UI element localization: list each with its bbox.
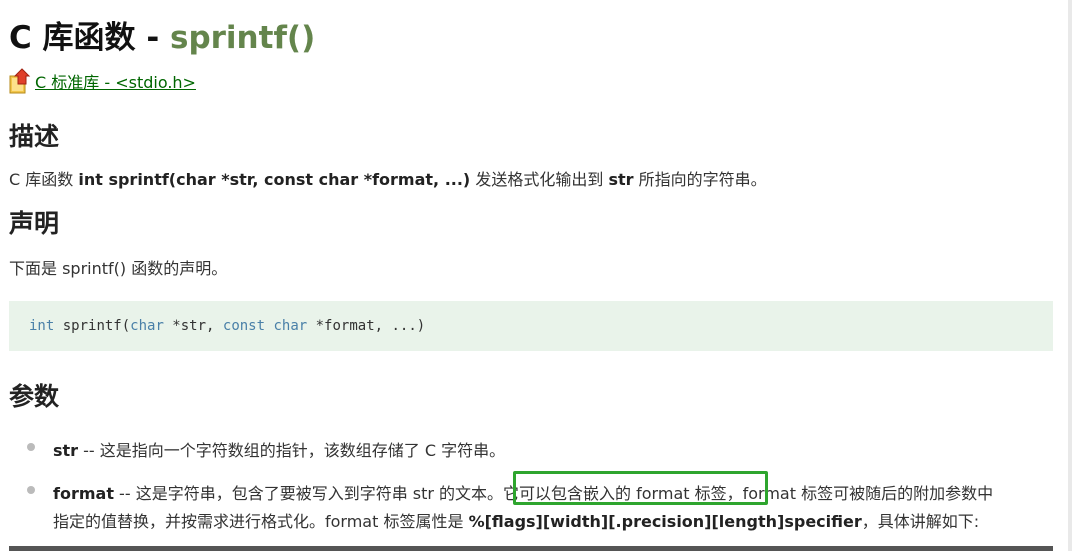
desc-part: 所指向的字符串。 bbox=[633, 170, 767, 189]
stdio-library-link[interactable]: C 标准库 - <stdio.h> bbox=[35, 69, 196, 93]
code-keyword: int bbox=[29, 318, 55, 334]
scrollbar-track[interactable] bbox=[1068, 0, 1072, 551]
code-keyword: char bbox=[273, 318, 308, 334]
breadcrumb: C 标准库 - <stdio.h> bbox=[9, 66, 196, 96]
declaration-text: 下面是 sprintf() 函数的声明。 bbox=[9, 259, 228, 278]
list-item-str: str -- 这是指向一个字符数组的指针，该数组存储了 C 字符串。 bbox=[53, 437, 505, 461]
section-divider bbox=[9, 546, 1053, 551]
desc-part: C 库函数 bbox=[9, 170, 79, 189]
heading-declaration: 声明 bbox=[9, 209, 60, 238]
code-text: sprintf( bbox=[54, 318, 131, 334]
heading-parameters: 参数 bbox=[9, 382, 60, 411]
param-description: 指定的值替换，并按需求进行格式化。format 标签属性是 bbox=[53, 512, 469, 531]
page-title: C 库函数 - sprintf() bbox=[9, 12, 315, 57]
list-item-format-line2: 指定的值替换，并按需求进行格式化。format 标签属性是 %[flags][w… bbox=[53, 508, 979, 532]
heading-description: 描述 bbox=[9, 122, 60, 151]
title-prefix: C 库函数 - bbox=[9, 20, 170, 56]
param-description: -- 这是字符串，包含了要被写入到字符串 str 的文本。它可以包含嵌入的 fo… bbox=[113, 484, 994, 503]
code-keyword: const bbox=[222, 318, 266, 334]
param-description: ，具体讲解如下: bbox=[861, 512, 980, 531]
bullet-icon bbox=[27, 486, 35, 494]
bullet-icon bbox=[27, 443, 35, 451]
title-function-name: sprintf() bbox=[170, 20, 316, 56]
code-text: *str, bbox=[163, 318, 223, 334]
list-item-format: format -- 这是字符串，包含了要被写入到字符串 str 的文本。它可以包… bbox=[53, 480, 993, 504]
param-name: str bbox=[53, 441, 79, 460]
back-arrow-icon[interactable] bbox=[9, 67, 35, 95]
format-specifier: %[flags][width][.precision][length]speci… bbox=[468, 512, 862, 531]
param-description: -- 这是指向一个字符数组的指针，该数组存储了 C 字符串。 bbox=[78, 441, 506, 460]
desc-part: 发送格式化输出到 bbox=[470, 170, 609, 189]
code-text: *format, ...) bbox=[307, 318, 426, 334]
code-keyword: char bbox=[130, 318, 164, 334]
code-block[interactable]: int sprintf(char *str, const char *forma… bbox=[9, 301, 1053, 351]
description-text: C 库函数 int sprintf(char *str, const char … bbox=[9, 166, 767, 190]
desc-signature: int sprintf(char *str, const char *forma… bbox=[78, 170, 471, 189]
param-name: format bbox=[53, 484, 114, 503]
desc-str: str bbox=[608, 170, 634, 189]
